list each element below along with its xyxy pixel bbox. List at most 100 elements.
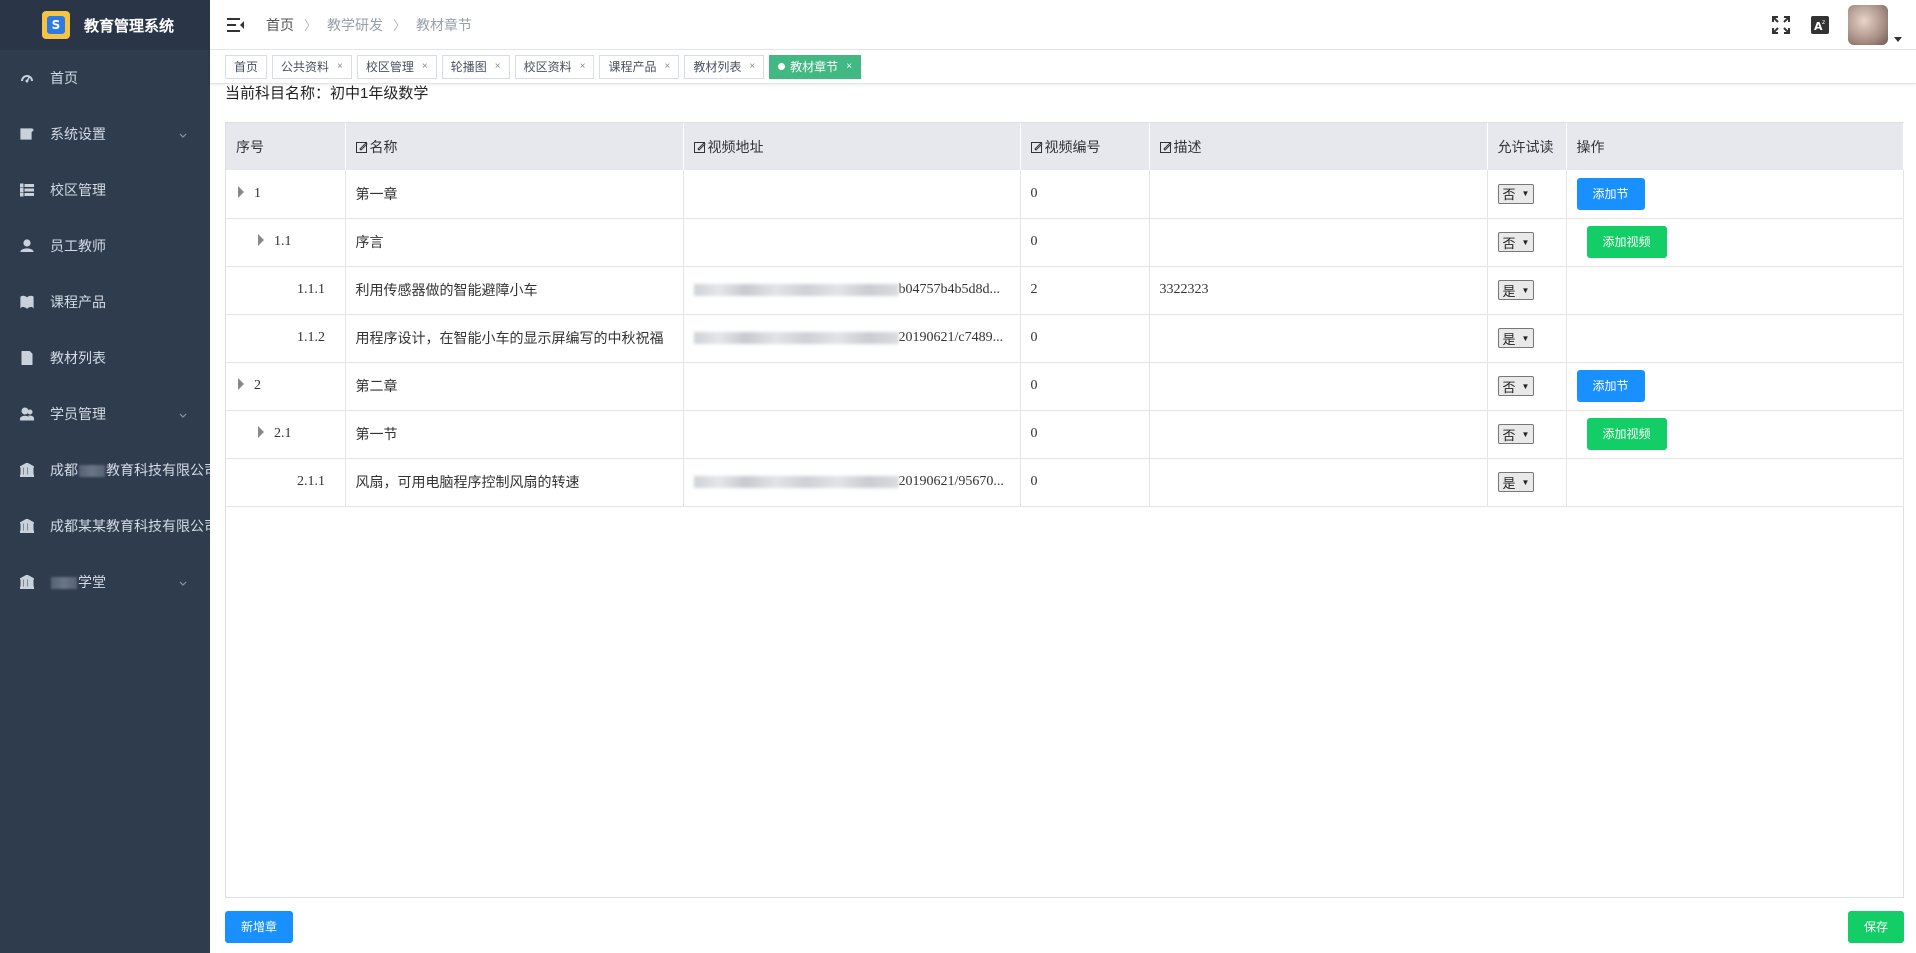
sidebar-item-3[interactable]: 员工教师 [0, 218, 210, 274]
save-button[interactable]: 保存 [1847, 911, 1904, 943]
cell-desc[interactable] [1149, 170, 1488, 219]
close-icon[interactable]: × [495, 61, 501, 72]
cell-video-no[interactable]: 0 [1020, 410, 1150, 459]
trial-select-value: 是 [1502, 331, 1516, 347]
chevron-down-icon[interactable] [1894, 30, 1902, 42]
add-section-button[interactable]: 添加节 [1576, 177, 1645, 210]
breadcrumb-item-home[interactable]: 首页 [266, 15, 294, 35]
sidebar-item-4[interactable]: 课程产品 [0, 274, 210, 330]
tab-0[interactable]: 首页 [225, 54, 268, 79]
sidebar-item-2[interactable]: 校区管理 [0, 162, 210, 218]
app-title: 教育管理系统 [84, 17, 175, 35]
tab-1[interactable]: 公共资料 × [272, 54, 352, 79]
cell-actions: 添加视频 [1566, 218, 1904, 267]
cell-name[interactable]: 用程序设计，在智能小车的显示屏编写的中秋祝福 [345, 314, 684, 363]
cell-name[interactable]: 第一章 [345, 170, 684, 219]
cell-video-url[interactable]: 20190621/95670... [683, 458, 1021, 507]
svg-text:z: z [1822, 19, 1825, 26]
expand-arrow-icon[interactable] [238, 185, 244, 198]
cell-desc[interactable] [1149, 218, 1488, 267]
table-row: 2 第二章 0 否 ▼ 添加节 [226, 362, 1904, 411]
expand-arrow-icon[interactable] [238, 378, 244, 390]
header-tools: Az [1770, 0, 1916, 50]
sidebar-item-9[interactable]: 学堂 [0, 554, 210, 610]
cell-video-url[interactable] [683, 410, 1021, 459]
close-icon[interactable]: × [580, 61, 586, 72]
cell-index: 1.1.2 [226, 314, 346, 363]
cell-video-no[interactable]: 2 [1020, 266, 1150, 315]
cell-desc[interactable] [1149, 314, 1488, 363]
cell-name[interactable]: 风扇，可用电脑程序控制风扇的转速 [345, 458, 684, 507]
cell-video-no[interactable]: 0 [1020, 170, 1150, 219]
cell-desc[interactable] [1149, 362, 1488, 411]
bank-icon [20, 519, 34, 533]
tab-5[interactable]: 课程产品 × [599, 54, 680, 79]
url-text: 20190621/95670... [898, 473, 1004, 489]
tab-label: 首页 [234, 60, 259, 74]
cell-name[interactable]: 序言 [345, 218, 684, 267]
cell-video-url[interactable]: 20190621/c7489... [683, 314, 1021, 363]
index-text: 1.1.2 [297, 330, 325, 345]
expand-arrow-icon[interactable] [258, 234, 264, 246]
main-content: 当前科目名称：初中1年级数学 序号 名称 视频地址 视频编号 描述 允许试读 操… [225, 84, 1904, 898]
sidebar-item-5[interactable]: 教材列表 [0, 330, 210, 386]
cell-desc[interactable] [1149, 458, 1488, 507]
trial-select[interactable]: 否 ▼ [1497, 424, 1535, 444]
add-video-button[interactable]: 添加视频 [1586, 418, 1667, 450]
add-video-button[interactable]: 添加视频 [1586, 226, 1667, 258]
cell-video-no[interactable]: 0 [1020, 458, 1150, 507]
sidebar-item-label: 系统设置 [50, 126, 106, 142]
sidebar-item-0[interactable]: 首页 [0, 50, 210, 106]
cell-video-no[interactable]: 0 [1020, 314, 1150, 363]
tab-3[interactable]: 轮播图 × [441, 54, 510, 79]
tab-label: 教材列表 [693, 60, 742, 74]
cell-video-no[interactable]: 0 [1020, 362, 1150, 411]
trial-select[interactable]: 否 ▼ [1497, 183, 1535, 204]
add-section-button[interactable]: 添加节 [1576, 370, 1645, 402]
tab-2[interactable]: 校区管理 × [356, 54, 437, 79]
trial-select[interactable]: 否 ▼ [1497, 376, 1535, 396]
cell-name[interactable]: 第二章 [345, 362, 684, 411]
avatar[interactable] [1848, 5, 1888, 45]
sidebar-item-8[interactable]: 成都某某教育科技有限公司 [0, 498, 210, 554]
list-icon [20, 183, 34, 197]
cell-video-url[interactable] [683, 362, 1021, 411]
add-chapter-button[interactable]: 新增章 [225, 911, 294, 943]
cell-desc[interactable] [1149, 410, 1488, 459]
edit-icon [1030, 140, 1043, 153]
close-icon[interactable]: × [664, 61, 670, 72]
trial-select[interactable]: 是 ▼ [1497, 328, 1535, 348]
sidebar-item-6[interactable]: 学员管理 [0, 386, 210, 442]
index-text: 1.1 [274, 234, 292, 249]
cell-actions: 添加视频 [1566, 410, 1904, 459]
cell-desc[interactable]: 3322323 [1149, 266, 1488, 315]
hamburger-icon[interactable] [227, 17, 245, 33]
redacted-url [693, 475, 899, 488]
cell-video-url[interactable] [683, 218, 1021, 267]
fullscreen-icon[interactable] [1770, 14, 1792, 36]
sidebar-item-1[interactable]: 系统设置 [0, 106, 210, 162]
expand-arrow-icon[interactable] [258, 426, 264, 438]
tab-4[interactable]: 校区资料 × [514, 54, 595, 79]
sidebar-item-label: 学员管理 [50, 406, 106, 422]
cell-video-no[interactable]: 0 [1020, 218, 1150, 267]
cell-video-url[interactable] [683, 170, 1021, 219]
trial-select[interactable]: 否 ▼ [1497, 232, 1535, 252]
cell-name[interactable]: 利用传感器做的智能避障小车 [345, 266, 684, 315]
col-actions: 操作 [1566, 123, 1904, 170]
chapter-table: 序号 名称 视频地址 视频编号 描述 允许试读 操作 1 第一章 0 否 ▼ 添加节 1.1… [225, 122, 1904, 898]
trial-select[interactable]: 是 ▼ [1497, 280, 1535, 300]
sidebar-item-7[interactable]: 成都 教育科技有限公司 [0, 442, 210, 498]
index-text: 1.1.1 [297, 282, 325, 297]
close-icon[interactable]: × [422, 61, 428, 72]
close-icon[interactable]: × [337, 61, 343, 72]
cell-video-url[interactable]: b04757b4b5d8d... [683, 266, 1021, 315]
font-size-icon[interactable]: Az [1809, 14, 1831, 36]
close-icon[interactable]: × [749, 61, 755, 72]
close-icon[interactable]: × [846, 61, 852, 72]
cell-name[interactable]: 第一节 [345, 410, 684, 459]
tab-7[interactable]: 教材章节 × [769, 54, 862, 79]
table-row: 1 第一章 0 否 ▼ 添加节 [226, 170, 1904, 219]
tab-6[interactable]: 教材列表 × [684, 54, 765, 79]
trial-select[interactable]: 是 ▼ [1497, 472, 1535, 492]
